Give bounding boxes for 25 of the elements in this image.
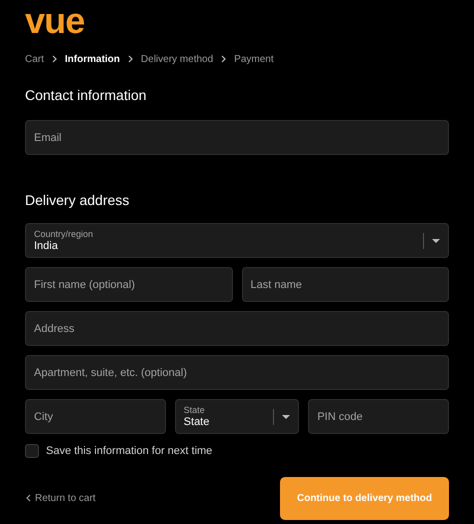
return-link[interactable]: Return to cart <box>25 490 96 506</box>
section-heading: Contact information <box>25 86 146 104</box>
caret-down-icon <box>432 238 440 242</box>
input-field[interactable]: Address <box>25 311 449 346</box>
input-field[interactable]: First name (optional) <box>25 267 232 302</box>
input-field[interactable]: City <box>25 399 166 434</box>
input-field[interactable]: Apartment, suite, etc. (optional) <box>25 355 449 390</box>
input-field[interactable]: Last name <box>242 267 449 302</box>
breadcrumb-item[interactable]: Delivery method <box>140 52 214 66</box>
breadcrumb-item[interactable]: Payment <box>234 52 274 66</box>
checkbox[interactable] <box>25 444 39 458</box>
input-field[interactable]: Email <box>25 120 449 155</box>
caret-down-icon <box>282 414 290 418</box>
chevron-right-icon <box>52 55 57 63</box>
logo: vue <box>25 2 84 40</box>
select-field[interactable]: State State <box>174 399 300 434</box>
chevron-left-icon <box>25 494 31 502</box>
input-field[interactable]: PIN code <box>308 399 450 434</box>
chevron-right-icon <box>128 55 133 63</box>
checkbox-label: Save this information for next time <box>46 444 212 459</box>
section-heading: Delivery address <box>25 191 130 209</box>
select-field[interactable]: Country/region India <box>25 223 449 258</box>
breadcrumb-item[interactable]: Cart <box>25 52 44 66</box>
chevron-right-icon <box>221 55 226 63</box>
breadcrumb-item[interactable]: Information <box>64 52 120 66</box>
